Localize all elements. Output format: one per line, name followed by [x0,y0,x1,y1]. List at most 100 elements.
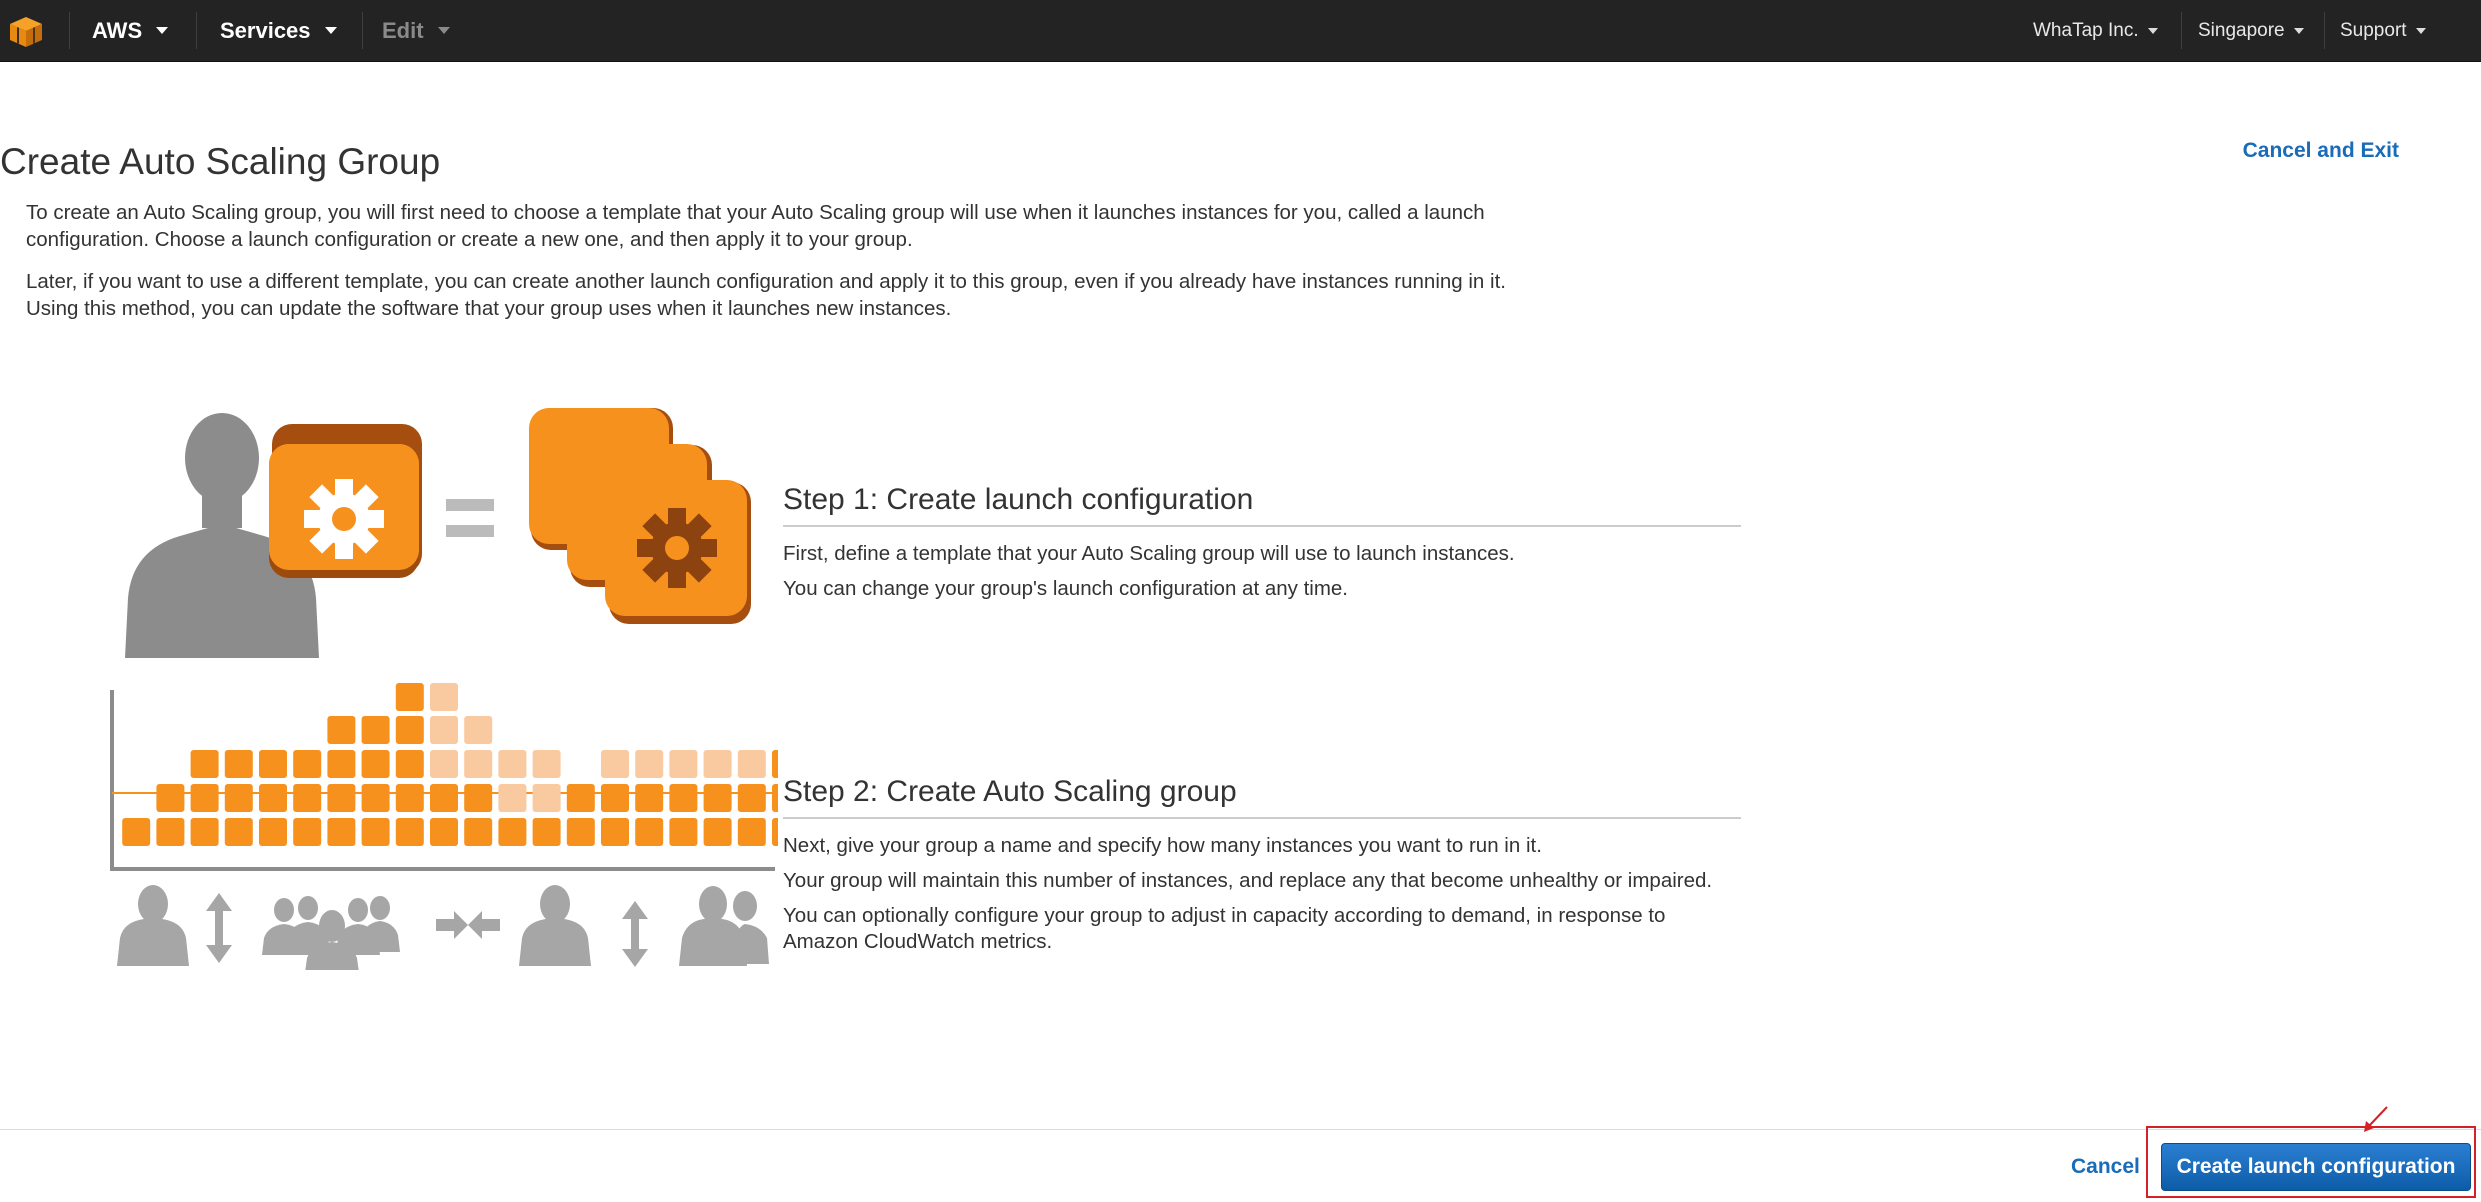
nav-divider [196,12,197,49]
instance-block [464,818,493,846]
services-menu-label: Services [220,17,311,43]
instance-block [190,750,219,778]
instance-block [190,784,219,812]
instance-block [259,784,287,812]
instance-block [498,818,527,846]
instance-block [635,750,664,778]
instance-block [703,750,732,778]
instance-block [293,818,322,846]
instance-block [395,784,424,812]
cancel-link[interactable]: Cancel [2071,1155,2140,1179]
step-2-heading: Step 2: Create Auto Scaling group [783,775,1741,819]
nav-divider [362,12,363,49]
edit-menu-label: Edit [382,17,424,43]
equals-icon [446,499,494,537]
instance-block [327,750,356,778]
chevron-down-icon [324,27,337,34]
instance-block [669,750,698,778]
instance-block [532,818,561,846]
instance-block [156,818,185,846]
instance-block [498,750,527,778]
footer-divider [0,1129,2481,1130]
region-menu[interactable]: Singapore [2198,0,2304,61]
aws-menu[interactable]: AWS [92,0,169,61]
create-launch-configuration-button[interactable]: Create launch configuration [2161,1143,2471,1191]
step-1-heading: Step 1: Create launch configuration [783,483,1741,527]
instance-block [772,784,778,812]
intro-paragraph-1: To create an Auto Scaling group, you wil… [26,199,1566,253]
step-2-line: Amazon CloudWatch metrics. [783,930,1053,953]
instance-block [430,784,458,812]
chevron-down-icon [437,27,450,34]
instances-scaling-illustration [110,683,778,970]
user-gear-equals-launch-config-illustration [125,408,751,658]
chevron-down-icon [2415,27,2426,34]
services-menu[interactable]: Services [220,0,337,61]
intro-line: Using this method, you can update the so… [26,297,952,320]
chevron-down-icon [156,27,169,34]
nav-divider [2324,12,2325,49]
instance-block [669,784,698,812]
instance-block [361,784,390,812]
annotation-arrow-icon [2364,1106,2388,1132]
step-1-section: Step 1: Create launch configuration Firs… [783,483,1741,602]
instance-block [361,750,390,778]
cancel-and-exit-link[interactable]: Cancel and Exit [2243,139,2399,163]
instance-block [464,716,493,744]
instance-block [259,750,287,778]
instance-block [395,683,424,711]
instance-block [156,784,185,812]
instance-block [395,716,424,744]
chevron-down-icon [2293,27,2304,34]
support-menu-label: Support [2340,19,2407,41]
instance-block [737,818,766,846]
instance-block [293,784,322,812]
compress-arrows-icon [436,911,500,939]
instance-block [224,750,253,778]
instance-block [464,750,493,778]
top-navigation-bar: AWS Services Edit WhaTap Inc. Singapore … [0,0,2481,62]
step-1-line: First, define a template that your Auto … [783,542,1515,565]
instance-block [635,784,664,812]
gear-tile-icon [269,424,422,578]
region-menu-label: Singapore [2198,19,2285,41]
instance-block [430,716,458,744]
support-menu[interactable]: Support [2340,0,2426,61]
instance-block [122,818,151,846]
account-menu[interactable]: WhaTap Inc. [2033,0,2158,61]
chevron-down-icon [2147,27,2158,34]
up-down-arrow-icon [206,893,232,963]
instance-block [601,750,629,778]
instance-block [259,818,287,846]
instance-block [532,784,561,812]
instance-block [601,818,629,846]
instance-block [772,818,778,846]
stacked-launch-config-icon [529,408,751,624]
instance-block [430,818,458,846]
instance-block [430,683,458,711]
instance-block [737,750,766,778]
user-icons [117,885,769,970]
instance-blocks [122,683,778,846]
instance-block [395,750,424,778]
aws-cube-icon[interactable] [9,16,43,48]
instance-block [772,750,778,778]
edit-menu[interactable]: Edit [382,0,450,61]
instance-block [224,818,253,846]
instance-block [601,784,629,812]
instance-block [430,750,458,778]
intro-line: Later, if you want to use a different te… [26,270,1506,293]
instance-block [498,784,527,812]
account-menu-label: WhaTap Inc. [2033,19,2139,41]
instance-block [703,784,732,812]
step-2-section: Step 2: Create Auto Scaling group Next, … [783,775,1741,955]
step-2-line: Next, give your group a name and specify… [783,834,1542,857]
step-2-line: Your group will maintain this number of … [783,869,1713,892]
instance-block [703,818,732,846]
instance-block [327,716,356,744]
instance-block [190,818,219,846]
step-2-line: You can optionally configure your group … [783,904,1666,927]
instance-block [361,716,390,744]
instance-block [464,784,493,812]
instance-block [737,784,766,812]
